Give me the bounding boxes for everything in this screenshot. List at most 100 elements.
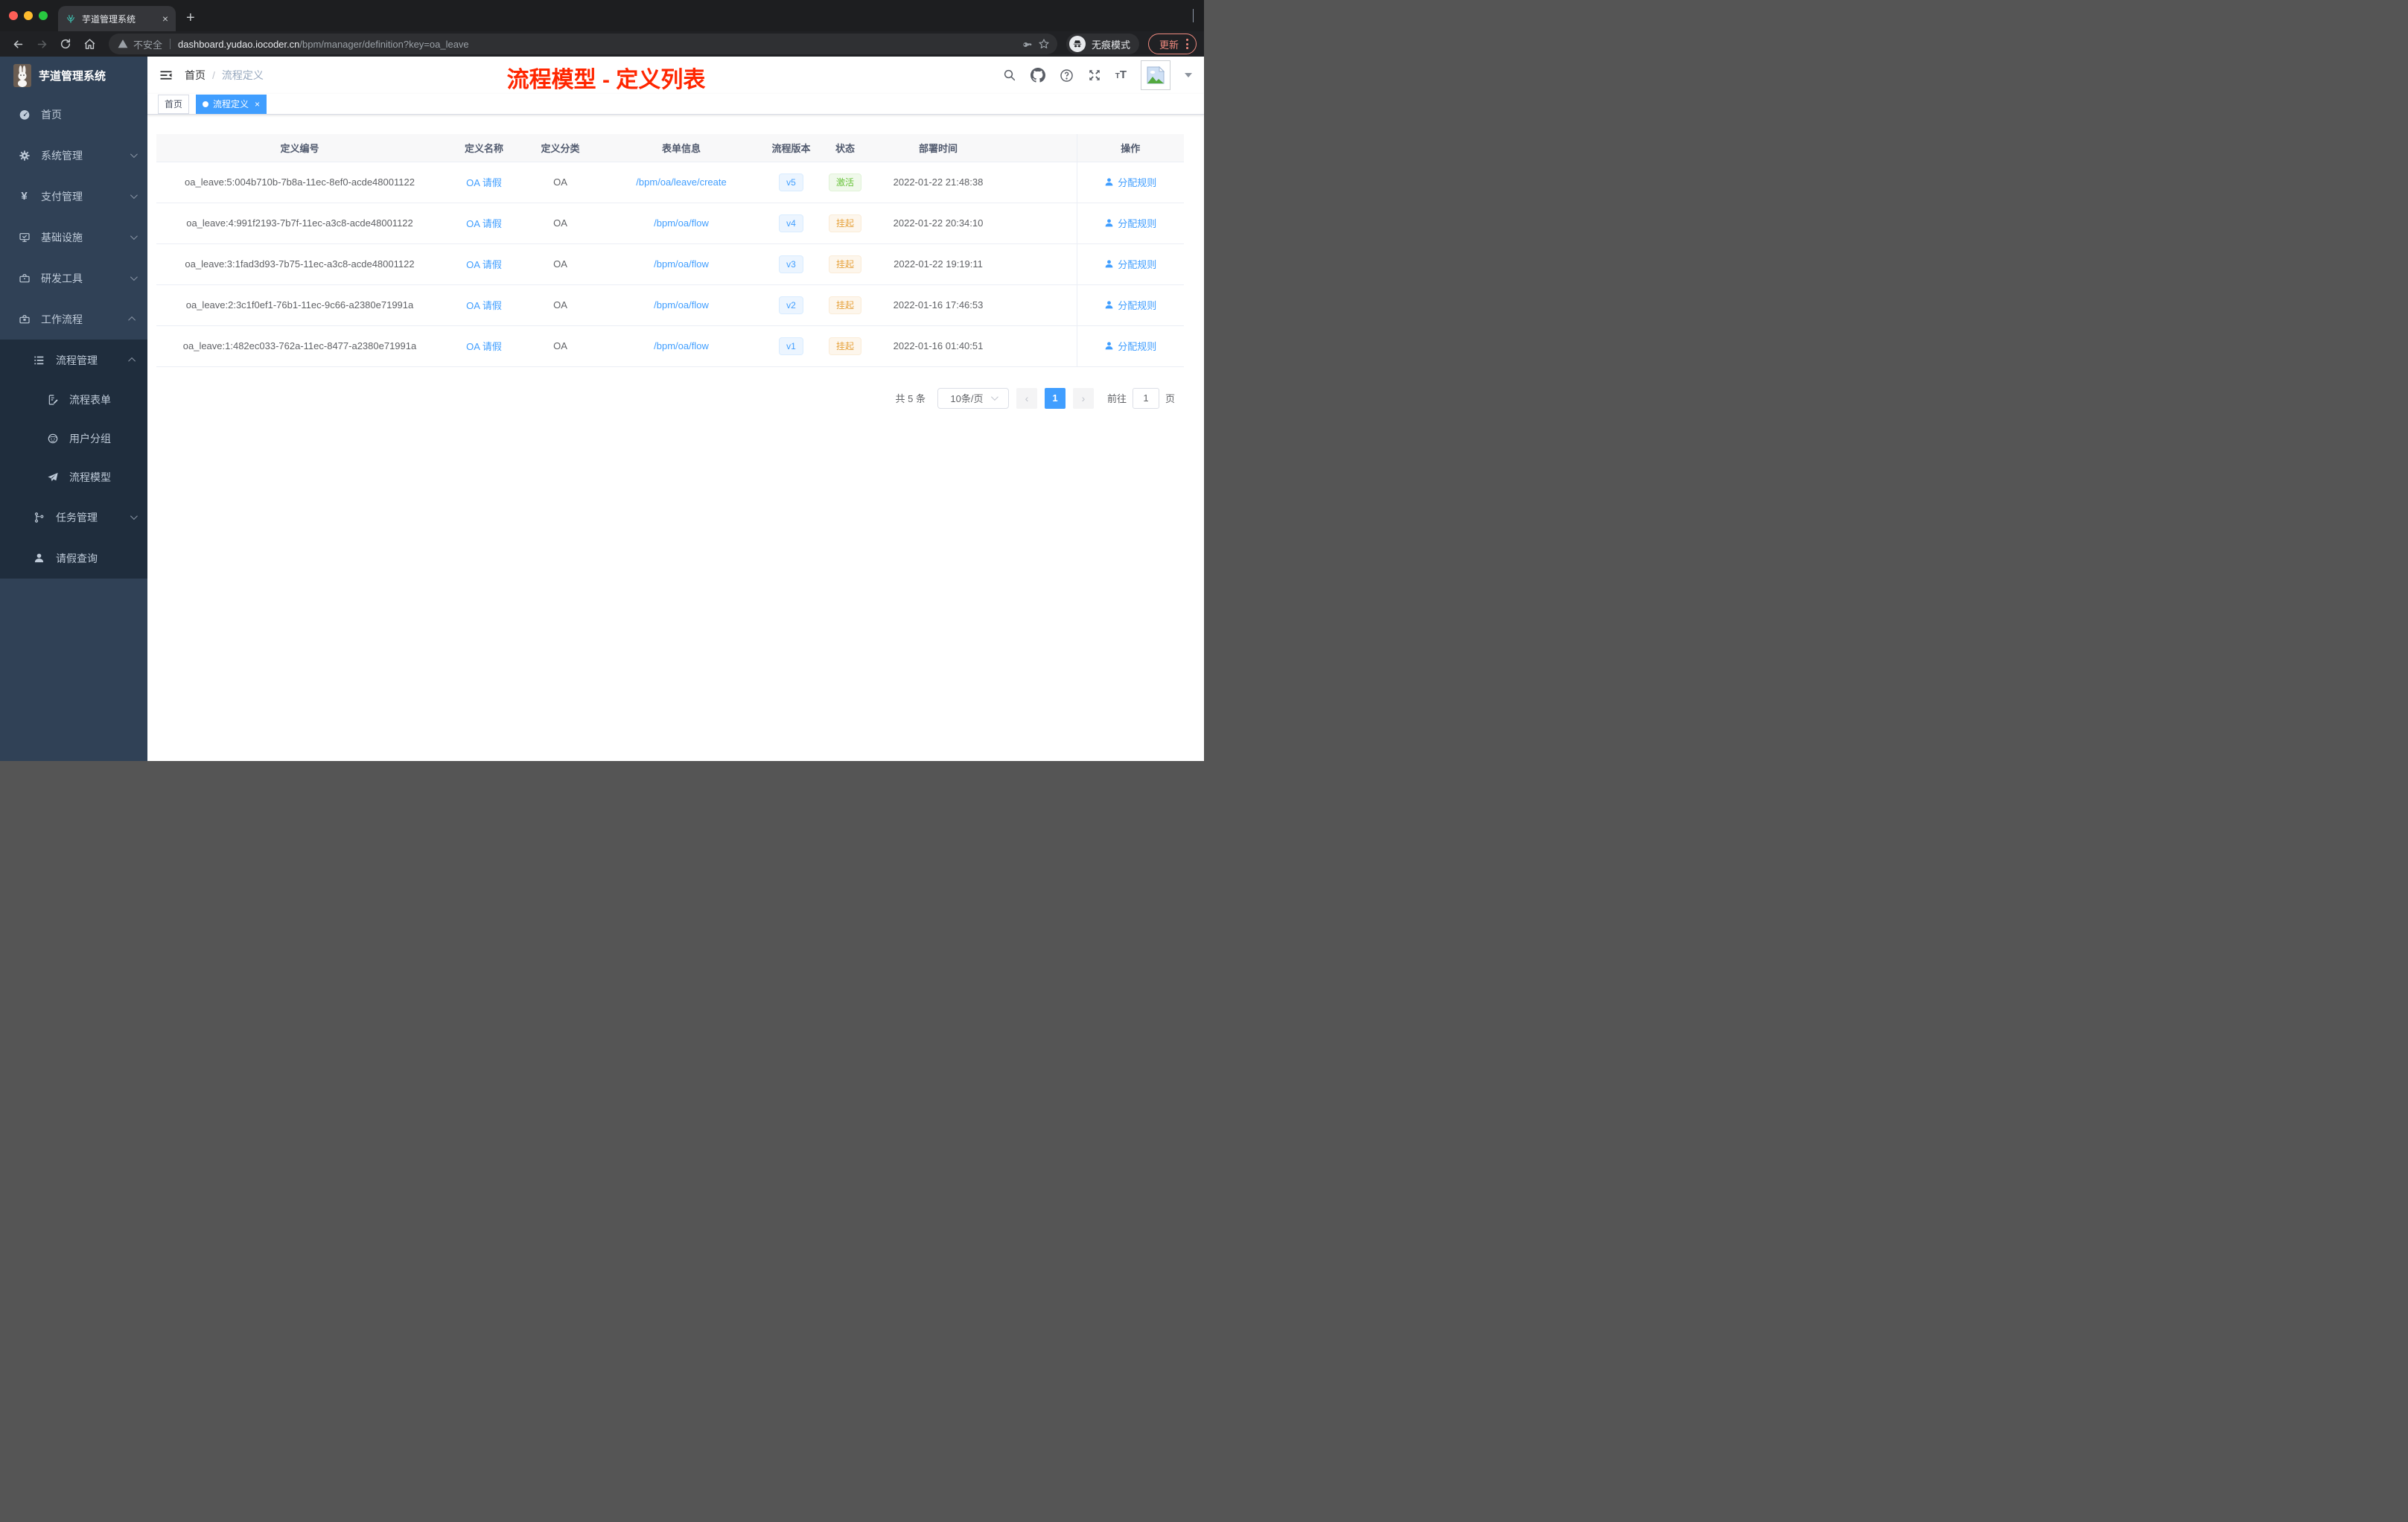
zoom-window-button[interactable] [39, 11, 48, 20]
sidebar-item-payment[interactable]: ¥ 支付管理 [0, 176, 147, 217]
sidebar-item-process-model[interactable]: 流程模型 [0, 458, 147, 497]
browser-menu-icon[interactable] [1186, 39, 1188, 49]
search-icon[interactable] [1003, 69, 1016, 82]
user-icon [1105, 301, 1113, 309]
sidebar-logo[interactable]: 芋道管理系统 [0, 57, 147, 94]
table-row: oa_leave:1:482ec033-762a-11ec-8477-a2380… [156, 325, 1184, 367]
definition-name-link[interactable]: OA 请假 [466, 259, 502, 270]
definition-table: 定义编号 定义名称 定义分类 表单信息 流程版本 状态 部署时间 操作 oa_l… [156, 134, 1184, 367]
user-icon [1105, 342, 1113, 350]
broken-image-icon [1147, 66, 1165, 84]
browser-update-button[interactable]: 更新 [1147, 34, 1197, 54]
deploy-time: 2022-01-22 20:34:10 [875, 203, 1001, 244]
browser-toolbar: 不安全 dashboard.yudao.iocoder.cn/bpm/manag… [0, 31, 1204, 57]
table-row: oa_leave:2:3c1f0ef1-76b1-11ec-9c66-a2380… [156, 284, 1184, 326]
logo-avatar [13, 63, 31, 87]
bookmark-star-icon[interactable] [1038, 38, 1050, 50]
sidebar-item-leave-query[interactable]: 请假查询 [0, 538, 147, 579]
github-icon[interactable] [1030, 68, 1045, 83]
chevron-down-icon [130, 232, 138, 241]
assign-rule-button[interactable]: 分配规则 [1104, 175, 1156, 189]
definition-name-link[interactable]: OA 请假 [466, 341, 502, 352]
help-icon[interactable] [1060, 69, 1074, 83]
chevron-up-icon [128, 316, 136, 324]
col-spacer [1001, 134, 1077, 162]
security-warning-icon[interactable] [118, 39, 128, 49]
chevron-down-icon [990, 393, 998, 401]
breadcrumb-home[interactable]: 首页 [185, 68, 206, 83]
paper-plane-icon [46, 471, 59, 483]
chevron-down-icon [130, 512, 138, 520]
definition-category: OA [525, 284, 596, 326]
definition-name-link[interactable]: OA 请假 [466, 300, 502, 311]
page-number-1[interactable]: 1 [1044, 387, 1066, 409]
assign-rule-button[interactable]: 分配规则 [1104, 339, 1156, 353]
form-link[interactable]: /bpm/oa/flow [654, 340, 709, 351]
avatar-dropdown-icon[interactable] [1185, 73, 1192, 77]
flow-tree-icon [33, 512, 45, 523]
assign-rule-button[interactable]: 分配规则 [1104, 257, 1156, 271]
browser-tab[interactable]: 芋道管理系统 × [58, 6, 176, 31]
back-icon[interactable] [7, 34, 28, 54]
page-unit-label: 页 [1165, 393, 1175, 404]
col-process-version: 流程版本 [767, 134, 815, 162]
active-dot [203, 101, 209, 107]
user-avatar[interactable] [1141, 60, 1170, 90]
definition-name-link[interactable]: OA 请假 [466, 177, 502, 188]
col-definition-id: 定义编号 [156, 134, 443, 162]
tab-close-icon[interactable]: × [162, 13, 168, 25]
col-actions: 操作 [1076, 134, 1184, 162]
sidebar-collapse-icon[interactable] [159, 69, 173, 82]
fullscreen-icon[interactable] [1088, 69, 1101, 82]
version-tag: v3 [779, 255, 803, 273]
definition-name-link[interactable]: OA 请假 [466, 218, 502, 229]
security-label[interactable]: 不安全 [133, 37, 162, 51]
sidebar-item-user-group[interactable]: 用户分组 [0, 419, 147, 458]
forward-icon[interactable] [31, 34, 52, 54]
sidebar-item-infrastructure[interactable]: 基础设施 [0, 217, 147, 258]
form-link[interactable]: /bpm/oa/flow [654, 258, 709, 270]
minimize-window-button[interactable] [24, 11, 33, 20]
tag-process-definition[interactable]: 流程定义 × [196, 94, 267, 114]
definition-id: oa_leave:2:3c1f0ef1-76b1-11ec-9c66-a2380… [156, 284, 443, 326]
sidebar-item-home[interactable]: 首页 [0, 94, 147, 135]
sidebar-item-devtools[interactable]: 研发工具 [0, 258, 147, 299]
status-badge: 激活 [828, 173, 861, 191]
url-text[interactable]: dashboard.yudao.iocoder.cn/bpm/manager/d… [178, 39, 469, 50]
goto-page-input[interactable] [1132, 387, 1159, 409]
chevron-up-icon [128, 357, 136, 365]
prev-page-button[interactable]: ‹ [1016, 387, 1037, 409]
assign-rule-button[interactable]: 分配规则 [1104, 298, 1156, 312]
sidebar-item-process-form[interactable]: 流程表单 [0, 380, 147, 419]
address-bar[interactable]: 不安全 dashboard.yudao.iocoder.cn/bpm/manag… [109, 34, 1057, 54]
form-link[interactable]: /bpm/oa/flow [654, 217, 709, 229]
font-size-icon[interactable]: TT [1115, 69, 1127, 82]
sidebar-item-workflow[interactable]: 工作流程 [0, 299, 147, 340]
tag-close-icon[interactable]: × [255, 99, 260, 109]
next-page-button[interactable]: › [1072, 387, 1094, 409]
chevron-down-icon [130, 191, 138, 200]
definition-id: oa_leave:5:004b710b-7b8a-11ec-8ef0-acde4… [156, 162, 443, 203]
sidebar-item-task-management[interactable]: 任务管理 [0, 497, 147, 538]
reload-icon[interactable] [55, 34, 76, 54]
tag-home[interactable]: 首页 [158, 94, 190, 114]
robot-face-icon [46, 433, 59, 445]
new-tab-button[interactable]: + [186, 10, 195, 27]
assign-rule-button[interactable]: 分配规则 [1104, 216, 1156, 230]
form-edit-icon [46, 394, 59, 406]
col-deploy-time: 部署时间 [875, 134, 1001, 162]
key-icon[interactable] [1021, 38, 1033, 50]
update-label[interactable]: 更新 [1159, 37, 1179, 51]
sidebar-item-process-management[interactable]: 流程管理 [0, 340, 147, 380]
form-link[interactable]: /bpm/oa/flow [654, 299, 709, 311]
tab-search-icon[interactable] [1193, 9, 1194, 22]
close-window-button[interactable] [9, 11, 18, 20]
form-link[interactable]: /bpm/oa/leave/create [636, 176, 726, 188]
version-tag: v2 [779, 296, 803, 314]
browser-tab-strip: 芋道管理系统 × + [0, 0, 1204, 31]
monitor-icon [18, 232, 31, 243]
sidebar-item-system[interactable]: 系统管理 [0, 135, 147, 176]
home-icon[interactable] [79, 34, 100, 54]
incognito-label: 无痕模式 [1091, 39, 1130, 51]
page-size-select[interactable]: 10条/页 [937, 387, 1009, 409]
